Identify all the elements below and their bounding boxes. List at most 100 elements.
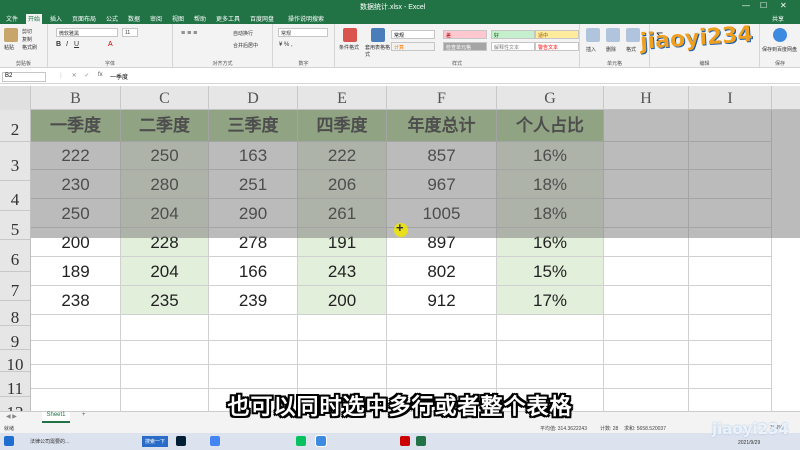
empty-cell[interactable] — [604, 257, 689, 286]
empty-cell[interactable] — [604, 365, 689, 389]
taskbar-item[interactable]: 法律公司需要的... — [30, 438, 69, 445]
empty-cell[interactable] — [604, 228, 689, 257]
empty-cell[interactable] — [387, 315, 497, 341]
column-header-h[interactable]: H — [604, 86, 689, 110]
header-cell[interactable]: 三季度 — [209, 110, 298, 142]
tab-formulas[interactable]: 公式 — [104, 14, 120, 23]
table-cell[interactable]: 166 — [209, 257, 298, 286]
empty-cell[interactable] — [689, 341, 772, 365]
add-sheet-button[interactable]: + — [82, 412, 86, 418]
table-cell[interactable]: 189 — [31, 257, 121, 286]
baidu-cloud-icon[interactable] — [773, 28, 787, 42]
cell-style-item[interactable]: 解释性文本 — [491, 42, 535, 51]
empty-cell[interactable] — [689, 110, 772, 142]
tab-help[interactable]: 帮助 — [192, 14, 208, 23]
table-cell[interactable]: 222 — [298, 142, 387, 170]
cut-button[interactable]: 剪切 — [22, 28, 32, 35]
table-cell[interactable]: 243 — [298, 257, 387, 286]
table-cell[interactable]: 222 — [31, 142, 121, 170]
paste-label[interactable]: 粘贴 — [4, 44, 14, 51]
empty-cell[interactable] — [497, 365, 604, 389]
table-cell[interactable]: 16% — [497, 228, 604, 257]
bold-icon[interactable]: B — [56, 41, 61, 48]
empty-cell[interactable] — [121, 389, 209, 411]
wechat-icon[interactable] — [296, 436, 306, 446]
fx-icon[interactable]: fx — [98, 72, 103, 78]
table-cell[interactable]: 290 — [209, 199, 298, 228]
number-format-select[interactable]: 常规 — [278, 28, 328, 37]
empty-cell[interactable] — [604, 341, 689, 365]
table-cell[interactable]: 16% — [497, 142, 604, 170]
sheet-tab-sheet1[interactable]: Sheet1 — [42, 412, 70, 423]
cell-style-item[interactable]: 检查单元格 — [443, 42, 487, 51]
empty-cell[interactable] — [604, 389, 689, 411]
wrap-text-button[interactable]: 自动换行 — [233, 30, 253, 37]
header-cell[interactable]: 一季度 — [31, 110, 121, 142]
empty-cell[interactable] — [31, 389, 121, 411]
tab-insert[interactable]: 插入 — [48, 14, 64, 23]
table-cell[interactable]: 230 — [31, 170, 121, 199]
empty-cell[interactable] — [689, 142, 772, 170]
table-cell[interactable]: 261 — [298, 199, 387, 228]
table-cell[interactable]: 18% — [497, 199, 604, 228]
table-cell[interactable]: 206 — [298, 170, 387, 199]
currency-icon[interactable]: ¥ % , — [279, 42, 293, 48]
format-painter-button[interactable]: 格式刷 — [22, 44, 37, 51]
insert-icon[interactable] — [586, 28, 600, 42]
column-header-i[interactable]: I — [689, 86, 772, 110]
empty-cell[interactable] — [298, 341, 387, 365]
save-to-baidu-button[interactable]: 保存到百度网盘 — [762, 46, 797, 53]
conditional-format-icon[interactable] — [343, 28, 357, 42]
empty-cell[interactable] — [497, 315, 604, 341]
conditional-format-button[interactable]: 条件格式 — [339, 44, 359, 51]
table-cell[interactable]: 228 — [121, 228, 209, 257]
merge-center-button[interactable]: 合并后居中 — [233, 42, 258, 49]
tab-baidu[interactable]: 百度网盘 — [248, 14, 276, 23]
table-cell[interactable]: 280 — [121, 170, 209, 199]
row-header-7[interactable]: 7 — [0, 272, 31, 301]
table-cell[interactable]: 250 — [31, 199, 121, 228]
table-cell[interactable]: 15% — [497, 257, 604, 286]
start-icon[interactable] — [4, 436, 14, 446]
empty-cell[interactable] — [209, 315, 298, 341]
format-icon[interactable] — [626, 28, 640, 42]
minimize-icon[interactable]: — — [742, 1, 750, 10]
column-header-f[interactable]: F — [387, 86, 497, 110]
empty-cell[interactable] — [604, 170, 689, 199]
chrome-icon[interactable] — [210, 436, 220, 446]
row-header-5[interactable]: 5 — [0, 211, 31, 240]
taskbar-search[interactable]: 搜索一下 — [142, 436, 169, 447]
tab-page-layout[interactable]: 页面布局 — [70, 14, 98, 23]
empty-cell[interactable] — [689, 257, 772, 286]
empty-cell[interactable] — [604, 286, 689, 315]
empty-cell[interactable] — [604, 315, 689, 341]
insert-cells-button[interactable]: 插入 — [586, 46, 596, 53]
empty-cell[interactable] — [604, 199, 689, 228]
table-cell[interactable]: 200 — [298, 286, 387, 315]
row-header-6[interactable]: 6 — [0, 240, 31, 272]
cell-style-item[interactable]: 适中 — [535, 30, 579, 39]
empty-cell[interactable] — [689, 228, 772, 257]
paste-icon[interactable] — [4, 28, 18, 42]
empty-cell[interactable] — [121, 365, 209, 389]
font-color-icon[interactable]: A — [108, 41, 113, 48]
format-as-table-icon[interactable] — [371, 28, 385, 42]
header-cell[interactable]: 个人占比 — [497, 110, 604, 142]
tab-view[interactable]: 视图 — [170, 14, 186, 23]
empty-cell[interactable] — [298, 315, 387, 341]
formula-input[interactable]: 一季度 — [110, 72, 790, 82]
empty-cell[interactable] — [689, 286, 772, 315]
cell-style-item[interactable]: 常规 — [391, 30, 435, 39]
tab-more-tools[interactable]: 更多工具 — [214, 14, 242, 23]
empty-cell[interactable] — [121, 341, 209, 365]
row-header-2[interactable]: 2 — [0, 110, 31, 142]
tab-data[interactable]: 数据 — [126, 14, 142, 23]
empty-cell[interactable] — [689, 315, 772, 341]
empty-cell[interactable] — [689, 170, 772, 199]
table-cell[interactable]: 251 — [209, 170, 298, 199]
empty-cell[interactable] — [387, 341, 497, 365]
column-header-e[interactable]: E — [298, 86, 387, 110]
empty-cell[interactable] — [689, 365, 772, 389]
table-cell[interactable]: 802 — [387, 257, 497, 286]
table-cell[interactable]: 239 — [209, 286, 298, 315]
